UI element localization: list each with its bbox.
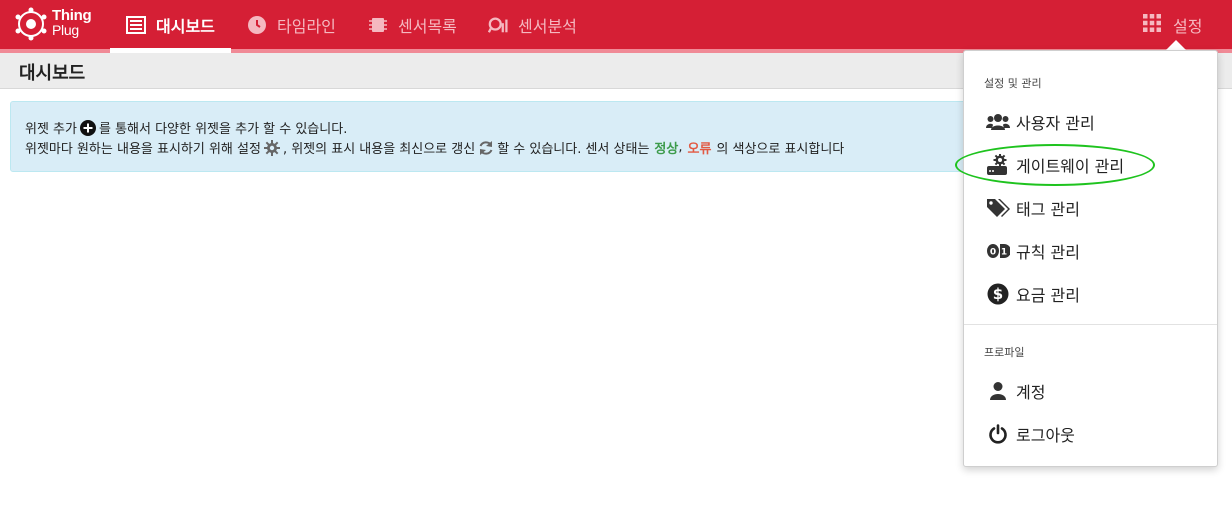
info-text: 위젯마다 원하는 내용을 표시하기 위해 설정	[25, 142, 261, 157]
menu-item-label: 계정	[1016, 383, 1046, 402]
dollar-icon: $	[986, 282, 1010, 306]
tags-icon	[986, 196, 1010, 220]
menu-item-label: 요금 관리	[1016, 286, 1080, 305]
logo-text: Thing Plug	[52, 7, 92, 38]
nav-sensor-analysis-label: 센서분석	[518, 16, 577, 36]
dropdown-caret	[1166, 40, 1186, 50]
user-icon	[986, 379, 1010, 403]
logo-line1: Thing	[52, 7, 92, 24]
users-icon	[986, 110, 1010, 134]
info-line-2: 위젯마다 원하는 내용을 표시하기 위해 설정 , 위젯의 표시 내용을 최신으…	[25, 138, 844, 157]
chip-icon	[368, 15, 388, 35]
status-error-label: 오류	[687, 142, 712, 157]
clock-icon	[247, 15, 267, 35]
nav-sensor-analysis[interactable]: 센서분석	[488, 0, 577, 49]
nav-settings-label: 설정	[1173, 16, 1203, 36]
info-line-1: 위젯 추가 를 통해서 다양한 위젯을 추가 할 수 있습니다.	[25, 118, 347, 137]
info-text: 의 색상으로 표시합니다	[716, 142, 845, 157]
section-header-settings: 설정 및 관리	[984, 77, 1042, 90]
page-title: 대시보드	[19, 63, 86, 84]
svg-text:1: 1	[1001, 248, 1007, 258]
settings-dropdown-menu: 설정 및 관리 사용자 관리 게이트웨이 관리 태그 관리 01 규칙 관리 $…	[963, 50, 1218, 467]
grid-icon	[1143, 13, 1161, 36]
menu-item-label: 규칙 관리	[1016, 243, 1080, 262]
thingplug-logo[interactable]: Thing Plug	[13, 4, 103, 44]
gear-icon	[263, 139, 280, 156]
refresh-icon	[478, 140, 494, 156]
info-text: 위젯 추가	[25, 122, 77, 137]
svg-text:$: $	[993, 285, 1003, 303]
menu-item-billing-management[interactable]: $ 요금 관리	[986, 280, 1080, 308]
menu-item-label: 사용자 관리	[1016, 114, 1095, 133]
info-alert: 위젯 추가 를 통해서 다양한 위젯을 추가 할 수 있습니다. 위젯마다 원하…	[10, 101, 1000, 172]
menu-divider	[964, 324, 1217, 325]
logo-line2: Plug	[52, 22, 79, 38]
info-text: 를 통해서 다양한 위젯을 추가 할 수 있습니다.	[98, 122, 348, 137]
menu-item-account[interactable]: 계정	[986, 377, 1045, 405]
nav-sensor-list[interactable]: 센서목록	[368, 0, 457, 49]
info-text: , 위젯의 표시 내용을 최신으로 갱신	[282, 142, 476, 157]
power-icon	[986, 422, 1010, 446]
menu-item-label: 로그아웃	[1016, 426, 1075, 445]
menu-item-user-management[interactable]: 사용자 관리	[986, 108, 1095, 136]
dashboard-icon	[126, 15, 146, 35]
menu-item-label: 태그 관리	[1016, 200, 1080, 219]
nav-dashboard-label: 대시보드	[156, 16, 215, 36]
nav-timeline[interactable]: 타임라인	[247, 0, 336, 49]
analysis-icon	[488, 15, 508, 35]
nav-timeline-label: 타임라인	[277, 16, 336, 36]
highlight-annotation	[955, 144, 1155, 186]
info-text: ,	[678, 140, 683, 155]
logo-icon	[15, 7, 47, 41]
menu-item-rule-management[interactable]: 01 규칙 관리	[986, 237, 1080, 265]
menu-item-logout[interactable]: 로그아웃	[986, 420, 1075, 448]
section-header-profile: 프로파일	[984, 346, 1025, 359]
status-ok-label: 정상	[654, 142, 679, 157]
plus-circle-icon	[79, 119, 96, 136]
nav-dashboard[interactable]: 대시보드	[126, 0, 215, 49]
svg-text:0: 0	[990, 248, 996, 258]
rule-icon: 01	[986, 239, 1010, 263]
menu-item-tag-management[interactable]: 태그 관리	[986, 194, 1080, 222]
info-text: 할 수 있습니다. 센서 상태는	[497, 142, 650, 157]
nav-sensor-list-label: 센서목록	[398, 16, 457, 36]
